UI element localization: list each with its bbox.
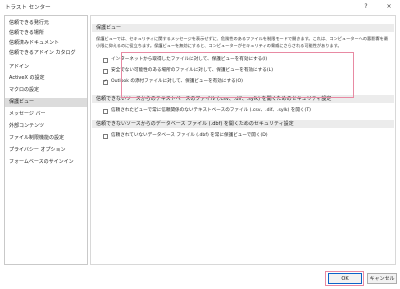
checkbox-text-files[interactable] [103,108,108,114]
sidebar-item-file-block-settings[interactable]: ファイル制限機能の設定 [5,134,87,143]
option-text-files[interactable]: 信頼されたビューで常に信頼関係のないテキストベースのファイル (.csv、.di… [103,107,311,115]
option-database-files[interactable]: 信頼されていないデータベース ファイル (.dbf) を常に保護ビューで開く(D… [103,132,268,140]
help-button[interactable]: ? [361,2,371,11]
checkbox-database-files[interactable] [103,133,108,139]
sidebar-item-trusted-locations[interactable]: 信頼できる場所 [5,29,87,38]
title-bar: トラスト センター ? × [0,0,400,14]
sidebar: 信頼できる発行元 信頼できる場所 信頼済みドキュメント 信頼できるアドイン カタ… [4,15,88,265]
ok-button[interactable]: OK [328,273,362,284]
protected-view-header: 保護ビュー [92,24,394,32]
window-title: トラスト センター [5,5,51,11]
option-database-files-label: 信頼されていないデータベース ファイル (.dbf) を常に保護ビューで開く(D… [111,133,268,138]
checkbox-unsafe-locations[interactable] [103,68,108,74]
sidebar-item-trusted-publishers[interactable]: 信頼できる発行元 [5,19,87,28]
sidebar-item-external-content[interactable]: 外部コンテンツ [5,122,87,131]
sidebar-item-trusted-addin-catalogs[interactable]: 信頼できるアドイン カタログ [5,49,87,58]
settings-panel: 保護ビュー 保護ビューでは、セキュリティに関するメッセージを表示せずに、危険性の… [90,15,396,265]
sidebar-item-message-bar[interactable]: メッセージ バー [5,110,87,119]
sidebar-item-form-based-signin[interactable]: フォームベースのサインイン [5,158,87,167]
checkbox-internet-files[interactable] [103,57,108,63]
protected-view-highlight [121,52,354,98]
sidebar-item-trusted-documents[interactable]: 信頼済みドキュメント [5,39,87,48]
option-text-files-label: 信頼されたビューで常に信頼関係のないテキストベースのファイル (.csv、.di… [111,108,311,113]
sidebar-item-privacy-options[interactable]: プライバシー オプション [5,146,87,155]
checkbox-outlook-attachments[interactable]: ✓ [103,79,108,85]
cancel-button[interactable]: キャンセル [367,273,397,284]
sidebar-item-activex[interactable]: ActiveX の設定 [5,74,87,83]
sidebar-item-macro-settings[interactable]: マクロの設定 [5,86,87,95]
protected-view-description: 保護ビューでは、セキュリティに関するメッセージを表示せずに、危険性のあるファイル… [96,36,389,48]
database-header: 信頼できないソースからのデータベース ファイル (.dbf) を開くためのセキュ… [92,120,394,128]
sidebar-item-protected-view[interactable]: 保護ビュー [5,98,87,107]
sidebar-item-addins[interactable]: アドイン [5,63,87,72]
close-button[interactable]: × [384,2,394,11]
